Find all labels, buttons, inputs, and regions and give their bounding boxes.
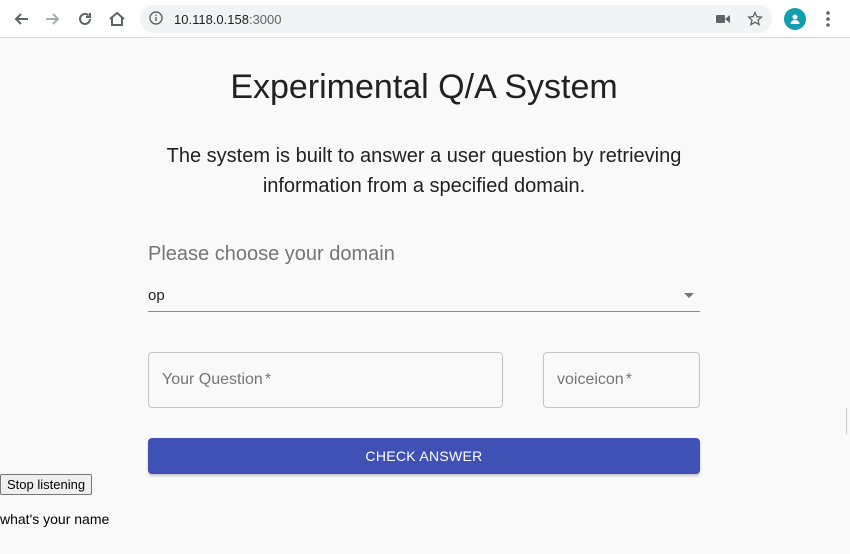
menu-icon[interactable] (818, 7, 838, 31)
stop-listening-button[interactable]: Stop listening (0, 474, 93, 495)
browser-toolbar: 10.118.0.158:3000 (0, 0, 850, 38)
address-bar[interactable]: 10.118.0.158:3000 (140, 5, 772, 33)
required-mark: * (264, 371, 272, 388)
scrollbar[interactable] (846, 408, 847, 434)
page-description: The system is built to answer a user que… (166, 145, 682, 197)
page-title: Experimental Q/A System (230, 68, 618, 106)
domain-label: Please choose your domain (148, 243, 395, 265)
domain-select[interactable]: op (148, 282, 700, 312)
question-placeholder-text: Your Question (162, 371, 263, 388)
back-icon[interactable] (9, 7, 33, 31)
voice-input[interactable]: voiceicon * (543, 352, 700, 408)
question-placeholder: Your Question * (162, 371, 271, 389)
url-port: :3000 (248, 12, 282, 27)
reload-icon[interactable] (73, 7, 97, 31)
profile-icon[interactable] (784, 8, 806, 30)
url-text: 10.118.0.158:3000 (174, 12, 282, 27)
dropdown-arrow-icon[interactable] (684, 293, 694, 298)
check-answer-button[interactable]: CHECK ANSWER (148, 438, 700, 474)
voice-placeholder-text: voiceicon (557, 371, 624, 388)
domain-select-value: op (148, 287, 165, 304)
question-input[interactable]: Your Question * (148, 352, 503, 408)
voice-placeholder: voiceicon * (557, 371, 632, 389)
camera-icon[interactable] (715, 11, 731, 27)
url-host: 10.118.0.158 (174, 12, 249, 27)
home-icon[interactable] (105, 7, 129, 31)
transcript-text: what's your name (0, 511, 110, 527)
forward-icon[interactable] (41, 7, 65, 31)
required-mark: * (625, 371, 632, 388)
info-icon[interactable] (149, 11, 163, 30)
star-icon[interactable] (747, 11, 763, 27)
